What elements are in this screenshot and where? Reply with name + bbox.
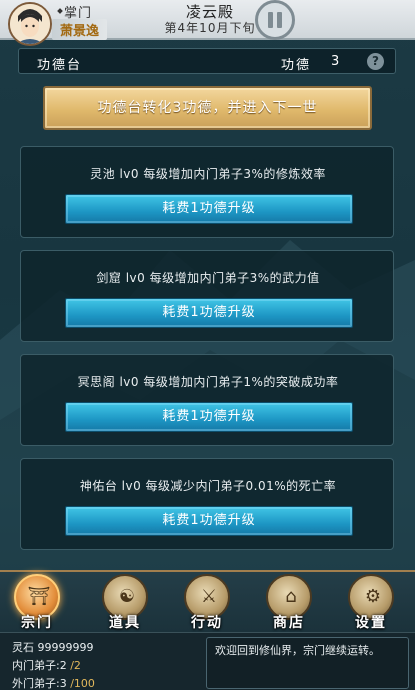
upgrade-description: 神佑台 lv0 每级减少内门弟子0.01%的死亡率 xyxy=(79,479,337,493)
gear-icon: ⚙ xyxy=(364,586,382,607)
upgrade-card-sword-cave: 剑窟 lv0 每级增加内门弟子3%的武力值 耗费1功德升级 xyxy=(20,250,394,342)
bottom-nav: ⛩ 宗门 ☯ 道具 ⚔ 行动 ⌂ 商店 ⚙ 设置 xyxy=(0,570,415,632)
nav-settings[interactable]: ⚙ 设置 xyxy=(340,572,402,634)
pause-button[interactable] xyxy=(255,0,295,40)
money-bag-icon: ☯ xyxy=(118,586,136,607)
upgrade-description: 冥思阁 lv0 每级增加内门弟子1%的突破成功率 xyxy=(77,375,339,389)
merit-count-value: 3 xyxy=(331,54,340,69)
shop-icon: ⌂ xyxy=(285,586,297,607)
spirit-stone-row: 灵石 99999999 xyxy=(12,639,94,655)
sect-gate-icon: ⛩ xyxy=(27,586,51,607)
message-log: 欢迎回到修仙界，宗门继续运转。 xyxy=(206,637,409,689)
nav-label: 商店 xyxy=(273,615,305,631)
nav-label: 设置 xyxy=(355,615,387,631)
spirit-stone-value: 99999999 xyxy=(37,641,94,654)
status-panel: 灵石 99999999 内门弟子:2 /2 外门弟子:3 /100 欢迎回到修仙… xyxy=(0,632,415,690)
resource-box: 灵石 99999999 内门弟子:2 /2 外门弟子:3 /100 xyxy=(8,637,204,690)
outer-disciples-max: /100 xyxy=(70,677,95,690)
upgrade-description: 剑窟 lv0 每级增加内门弟子3%的武力值 xyxy=(96,271,320,285)
nav-label: 道具 xyxy=(109,615,141,631)
upgrade-description: 灵池 lv0 每级增加内门弟子3%的修炼效率 xyxy=(90,167,326,181)
merit-title: 功德台 xyxy=(37,58,83,73)
top-bar: 掌门 萧景逸 凌云殿 第4年10月下旬 xyxy=(0,0,415,46)
upgrade-card-spirit-pool: 灵池 lv0 每级增加内门弟子3%的修炼效率 耗费1功德升级 xyxy=(20,146,394,238)
outer-disciples-row: 外门弟子:3 /100 xyxy=(12,675,95,690)
inner-disciples-row: 内门弟子:2 /2 xyxy=(12,657,81,673)
outer-disciples-label: 外门弟子: xyxy=(12,677,60,690)
merit-header: 功德台 功德 3 ? xyxy=(18,48,396,74)
inner-disciples-max: /2 xyxy=(70,659,81,672)
player-name: 萧景逸 xyxy=(52,19,108,40)
nav-action[interactable]: ⚔ 行动 xyxy=(176,572,238,634)
outer-disciples-current: 3 xyxy=(59,677,67,690)
nav-label: 宗门 xyxy=(21,615,53,631)
nav-label: 行动 xyxy=(191,615,223,631)
convert-merit-button[interactable]: 功德台转化3功德，并进入下一世 xyxy=(43,86,372,130)
sword-icon: ⚔ xyxy=(200,586,218,607)
nav-items[interactable]: ☯ 道具 xyxy=(94,572,156,634)
upgrade-button[interactable]: 耗费1功德升级 xyxy=(65,298,353,328)
upgrade-button[interactable]: 耗费1功德升级 xyxy=(65,402,353,432)
upgrade-button[interactable]: 耗费1功德升级 xyxy=(65,506,353,536)
upgrade-list[interactable]: 灵池 lv0 每级增加内门弟子3%的修炼效率 耗费1功德升级 剑窟 lv0 每级… xyxy=(20,146,394,566)
upgrade-button[interactable]: 耗费1功德升级 xyxy=(65,194,353,224)
merit-count-label: 功德 xyxy=(281,58,312,73)
inner-disciples-label: 内门弟子: xyxy=(12,659,60,672)
nav-sect[interactable]: ⛩ 宗门 xyxy=(6,572,68,634)
nav-shop[interactable]: ⌂ 商店 xyxy=(258,572,320,634)
upgrade-card-meditation-pavilion: 冥思阁 lv0 每级增加内门弟子1%的突破成功率 耗费1功德升级 xyxy=(20,354,394,446)
upgrade-card-divine-platform: 神佑台 lv0 每级减少内门弟子0.01%的死亡率 耗费1功德升级 xyxy=(20,458,394,550)
spirit-stone-label: 灵石 xyxy=(12,641,34,654)
help-icon[interactable]: ? xyxy=(367,53,384,70)
pause-icon xyxy=(268,12,273,28)
player-avatar[interactable] xyxy=(8,2,52,46)
inner-disciples-current: 2 xyxy=(59,659,67,672)
